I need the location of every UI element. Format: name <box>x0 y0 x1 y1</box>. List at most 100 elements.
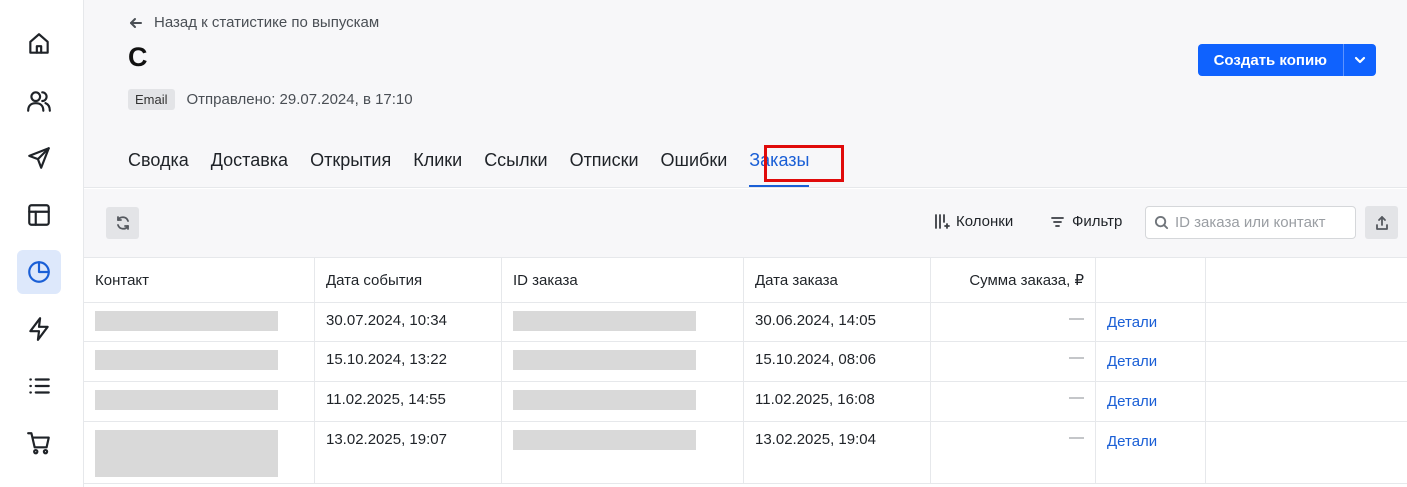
redacted-contact <box>95 390 278 410</box>
pie-chart-icon <box>28 261 50 283</box>
search-box <box>1145 206 1356 239</box>
cell-order-id <box>502 422 744 483</box>
cell-contact <box>84 422 315 483</box>
cell-contact <box>84 342 315 381</box>
cell-order-sum: — <box>931 303 1096 341</box>
cell-order-date: 13.02.2025, 19:04 <box>744 422 931 483</box>
cell-event-date: 30.07.2024, 10:34 <box>315 303 502 341</box>
tab-clicks[interactable]: Клики <box>413 150 462 188</box>
filter-button[interactable]: Фильтр <box>1049 213 1122 230</box>
filter-icon <box>1051 217 1064 227</box>
copy-button-group: Создать копию <box>1197 44 1376 76</box>
cell-actions: Детали <box>1096 382 1206 421</box>
sidebar-item-home[interactable] <box>17 22 61 66</box>
cell-order-sum: — <box>931 422 1096 483</box>
header-contact[interactable]: Контакт <box>84 258 315 302</box>
page-header: Назад к статистике по выпускам С Email О… <box>84 0 1407 188</box>
cell-contact <box>84 382 315 421</box>
tab-unsubscribes[interactable]: Отписки <box>570 150 639 188</box>
cell-order-id <box>502 303 744 341</box>
cell-order-id <box>502 342 744 381</box>
cell-actions: Детали <box>1096 303 1206 341</box>
cell-contact <box>84 303 315 341</box>
redacted-order-id <box>513 430 696 450</box>
order-date: 11.02.2025, 16:08 <box>755 391 875 408</box>
order-sum: — <box>1069 429 1084 446</box>
header-order-date[interactable]: Дата заказа <box>744 258 931 302</box>
back-link-label: Назад к статистике по выпускам <box>154 14 380 31</box>
tab-errors[interactable]: Ошибки <box>661 150 728 188</box>
sidebar-item-templates[interactable] <box>17 193 61 237</box>
details-link[interactable]: Детали <box>1107 353 1157 370</box>
redacted-contact <box>95 350 278 370</box>
search-input[interactable] <box>1175 214 1355 231</box>
redacted-order-id <box>513 311 696 331</box>
event-date: 13.02.2025, 19:07 <box>326 431 447 448</box>
cell-actions: Детали <box>1096 422 1206 483</box>
cell-order-sum: — <box>931 342 1096 381</box>
cell-order-date: 30.06.2024, 14:05 <box>744 303 931 341</box>
tab-bar: Сводка Доставка Открытия Клики Ссылки От… <box>128 150 831 188</box>
refresh-button[interactable] <box>106 207 139 239</box>
order-date: 30.06.2024, 14:05 <box>755 312 876 329</box>
search-icon <box>1154 215 1169 230</box>
export-button[interactable] <box>1365 206 1398 239</box>
event-date: 30.07.2024, 10:34 <box>326 312 447 329</box>
tab-opens[interactable]: Открытия <box>310 150 391 188</box>
tab-delivery[interactable]: Доставка <box>211 150 288 188</box>
details-link[interactable]: Детали <box>1107 433 1157 450</box>
home-icon <box>29 33 49 54</box>
table-row: 15.10.2024, 13:22 15.10.2024, 08:06 — Де… <box>84 342 1407 382</box>
tab-summary[interactable]: Сводка <box>128 150 189 188</box>
table-row: 30.07.2024, 10:34 30.06.2024, 14:05 — Де… <box>84 303 1407 342</box>
campaign-meta: Email Отправлено: 29.07.2024, в 17:10 <box>128 89 413 110</box>
header-actions <box>1096 258 1206 302</box>
details-link[interactable]: Детали <box>1107 393 1157 410</box>
table-row: 13.02.2025, 19:07 13.02.2025, 19:04 — Де… <box>84 422 1407 484</box>
layout-icon <box>28 204 50 226</box>
details-link[interactable]: Детали <box>1107 314 1157 331</box>
sidebar-item-contacts[interactable] <box>17 79 61 123</box>
send-icon <box>28 147 50 169</box>
sidebar-item-lists[interactable] <box>17 364 61 408</box>
redacted-order-id <box>513 390 696 410</box>
cell-actions: Детали <box>1096 342 1206 381</box>
tab-links[interactable]: Ссылки <box>484 150 547 188</box>
table-row: 11.02.2025, 14:55 11.02.2025, 16:08 — Де… <box>84 382 1407 422</box>
table-header-row: Контакт Дата события ID заказа Дата зака… <box>84 258 1407 303</box>
redacted-contact <box>95 430 278 477</box>
columns-label: Колонки <box>956 213 1014 230</box>
header-order-sum[interactable]: Сумма заказа, ₽ <box>931 258 1096 302</box>
refresh-icon <box>116 216 129 230</box>
header-event-date[interactable]: Дата события <box>315 258 502 302</box>
upload-icon <box>1375 215 1388 230</box>
cell-order-sum: — <box>931 382 1096 421</box>
columns-icon <box>935 214 950 229</box>
sidebar-item-campaigns[interactable] <box>17 136 61 180</box>
event-date: 11.02.2025, 14:55 <box>326 391 446 408</box>
columns-button[interactable]: Колонки <box>933 213 1013 230</box>
users-icon <box>27 91 51 112</box>
back-link[interactable]: Назад к статистике по выпускам <box>128 14 379 31</box>
arrow-left-icon <box>130 17 142 28</box>
cell-order-id <box>502 382 744 421</box>
order-date: 13.02.2025, 19:04 <box>755 431 876 448</box>
cell-event-date: 13.02.2025, 19:07 <box>315 422 502 483</box>
sidebar <box>0 0 84 487</box>
event-date: 15.10.2024, 13:22 <box>326 351 447 368</box>
create-copy-dropdown[interactable] <box>1343 44 1376 76</box>
cell-event-date: 11.02.2025, 14:55 <box>315 382 502 421</box>
tab-orders[interactable]: Заказы <box>749 150 810 188</box>
header-order-id[interactable]: ID заказа <box>502 258 744 302</box>
chevron-down-icon <box>1354 56 1366 64</box>
order-date: 15.10.2024, 08:06 <box>755 351 876 368</box>
cell-order-date: 15.10.2024, 08:06 <box>744 342 931 381</box>
sidebar-item-analytics[interactable] <box>17 250 61 294</box>
redacted-contact <box>95 311 278 331</box>
cell-event-date: 15.10.2024, 13:22 <box>315 342 502 381</box>
sidebar-item-automation[interactable] <box>17 307 61 351</box>
sidebar-item-orders[interactable] <box>17 421 61 465</box>
sent-date: Отправлено: 29.07.2024, в 17:10 <box>186 91 413 108</box>
create-copy-button[interactable]: Создать копию <box>1197 44 1343 76</box>
lightning-icon <box>29 317 49 341</box>
